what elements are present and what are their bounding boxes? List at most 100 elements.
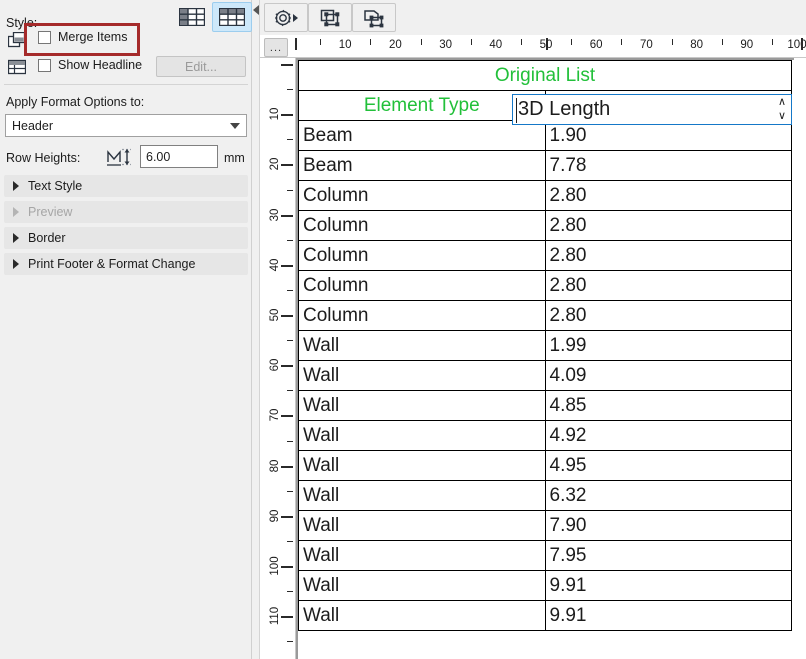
table-style-grouped-icon[interactable] [172, 2, 212, 32]
cell-3d-length[interactable]: 1.90 [544, 120, 792, 151]
cell-element-type[interactable]: Wall [298, 390, 546, 421]
row-heights-unit: mm [224, 151, 245, 165]
ruler-major-tick [281, 515, 293, 518]
ruler-label: 100 [269, 556, 281, 576]
table-row[interactable]: Wall 6.32 [298, 480, 792, 511]
chevron-down-icon[interactable]: ∨ [778, 111, 786, 122]
cell-element-type[interactable]: Wall [298, 480, 546, 511]
panel-splitter[interactable] [252, 0, 260, 659]
column-header-element-type[interactable]: Element Type [298, 90, 546, 121]
cell-element-type[interactable]: Wall [298, 420, 546, 451]
cell-stepper[interactable]: ∧ ∨ [774, 95, 790, 124]
accordion-border[interactable]: Border [4, 227, 248, 249]
cell-element-type[interactable]: Wall [298, 600, 546, 631]
ruler-major-tick [801, 38, 803, 50]
accordion-preview-label: Preview [28, 205, 73, 219]
cell-element-type[interactable]: Wall [298, 570, 546, 601]
ruler-major-tick [281, 315, 293, 317]
cell-3d-length[interactable]: 2.80 [544, 300, 792, 331]
table-row[interactable]: Wall 4.95 [298, 450, 792, 481]
cell-element-type[interactable]: Wall [298, 360, 546, 391]
cell-element-type[interactable]: Column [298, 300, 546, 331]
cell-element-type[interactable]: Beam [298, 120, 546, 151]
elements-stack-button[interactable] [352, 3, 396, 32]
cell-element-type[interactable]: Wall [298, 540, 546, 571]
chevron-right-icon [13, 259, 19, 269]
chevron-up-icon[interactable]: ∧ [778, 96, 786, 107]
cell-3d-length[interactable]: 2.80 [544, 240, 792, 271]
ruler-label: 90 [740, 39, 754, 51]
cell-element-type[interactable]: Column [298, 210, 546, 241]
table-row[interactable]: Wall 7.90 [298, 510, 792, 541]
ruler-major-tick [281, 214, 293, 217]
settings-gear-button[interactable] [264, 3, 308, 32]
ruler-major-tick [281, 616, 293, 619]
cell-3d-length[interactable]: 9.91 [544, 570, 792, 601]
editing-header-cell[interactable]: 3D Length ∧ ∨ [512, 94, 792, 125]
accordion-print-footer[interactable]: Print Footer & Format Change [4, 253, 248, 275]
table-row[interactable]: Wall 4.09 [298, 360, 792, 391]
cell-3d-length[interactable]: 2.80 [544, 180, 792, 211]
cell-3d-length[interactable]: 2.80 [544, 210, 792, 241]
table-row[interactable]: Wall 7.95 [298, 540, 792, 571]
cell-element-type[interactable]: Wall [298, 450, 546, 481]
table-row[interactable]: Column 2.80 [298, 180, 792, 211]
cell-element-type[interactable]: Column [298, 240, 546, 271]
editing-header-cell-text[interactable]: 3D Length [513, 98, 774, 121]
ruler-options-button[interactable]: ... [264, 38, 288, 57]
cell-element-type[interactable]: Column [298, 180, 546, 211]
show-headline-row[interactable]: Show Headline [38, 58, 142, 72]
cell-3d-length[interactable]: 7.90 [544, 510, 792, 541]
table-row[interactable]: Column 2.80 [298, 270, 792, 301]
table-row[interactable]: Wall 9.91 [298, 570, 792, 601]
ruler-major-tick [281, 114, 293, 117]
cell-3d-length[interactable]: 4.09 [544, 360, 792, 391]
ruler-minor-tick [721, 39, 723, 45]
schedule-title[interactable]: Original List [298, 60, 792, 91]
show-headline-icon [6, 57, 28, 77]
table-row[interactable]: Column 2.80 [298, 210, 792, 241]
ruler-label: 40 [269, 258, 281, 272]
ruler-label: 70 [269, 408, 281, 422]
cell-element-type[interactable]: Wall [298, 330, 546, 361]
table-row[interactable]: Column 2.80 [298, 300, 792, 331]
show-headline-checkbox[interactable] [38, 58, 51, 72]
text-caret [516, 98, 517, 123]
cell-3d-length[interactable]: 2.80 [544, 270, 792, 301]
cell-3d-length[interactable]: 4.95 [544, 450, 792, 481]
horizontal-ruler[interactable]: ... 10 20 30 40 50 60 70 80 90 100 [260, 36, 806, 58]
ruler-major-tick [281, 164, 293, 167]
cell-3d-length[interactable]: 9.91 [544, 600, 792, 631]
cell-3d-length[interactable]: 4.92 [544, 420, 792, 451]
table-row[interactable]: Wall 4.92 [298, 420, 792, 451]
table-row[interactable]: Beam 7.78 [298, 150, 792, 181]
cell-3d-length[interactable]: 4.85 [544, 390, 792, 421]
ruler-label: 30 [269, 208, 281, 221]
table-row[interactable]: Beam 1.90 [298, 120, 792, 151]
cell-3d-length[interactable]: 1.99 [544, 330, 792, 361]
table-row[interactable]: Wall 9.91 [298, 600, 792, 631]
cell-element-type[interactable]: Wall [298, 510, 546, 541]
cell-3d-length[interactable]: 7.78 [544, 150, 792, 181]
cell-3d-length[interactable]: 7.95 [544, 540, 792, 571]
apply-format-select[interactable]: Header [5, 114, 247, 137]
table-row[interactable]: Column 2.80 [298, 240, 792, 271]
vertical-ruler[interactable]: 10 20 30 40 50 60 70 80 90 100 110 [260, 58, 296, 659]
row-heights-input[interactable]: 6.00 [140, 145, 218, 168]
cell-element-type[interactable]: Column [298, 270, 546, 301]
collapse-panel-arrow-icon[interactable] [253, 5, 259, 15]
selection-rectangle-button[interactable] [308, 3, 352, 32]
ruler-label: 50 [539, 39, 553, 51]
table-style-grid-icon[interactable] [212, 2, 252, 32]
cell-3d-length[interactable]: 6.32 [544, 480, 792, 511]
show-headline-label: Show Headline [58, 58, 143, 72]
table-row[interactable]: Wall 1.99 [298, 330, 792, 361]
edit-button[interactable]: Edit... [156, 56, 246, 77]
ruler-label: 30 [439, 39, 452, 51]
accordion-text-style[interactable]: Text Style [4, 175, 248, 197]
ruler-label: 70 [639, 39, 653, 51]
schedule-table[interactable]: Original List Element Type Beam 1.90 Beam 7.7… [298, 60, 792, 631]
cell-element-type[interactable]: Beam [298, 150, 546, 181]
table-row[interactable]: Wall 4.85 [298, 390, 792, 421]
schedule-preview-area: ... 10 20 30 40 50 60 70 80 90 100 10 20 30 40 50 60 70… [260, 0, 806, 659]
